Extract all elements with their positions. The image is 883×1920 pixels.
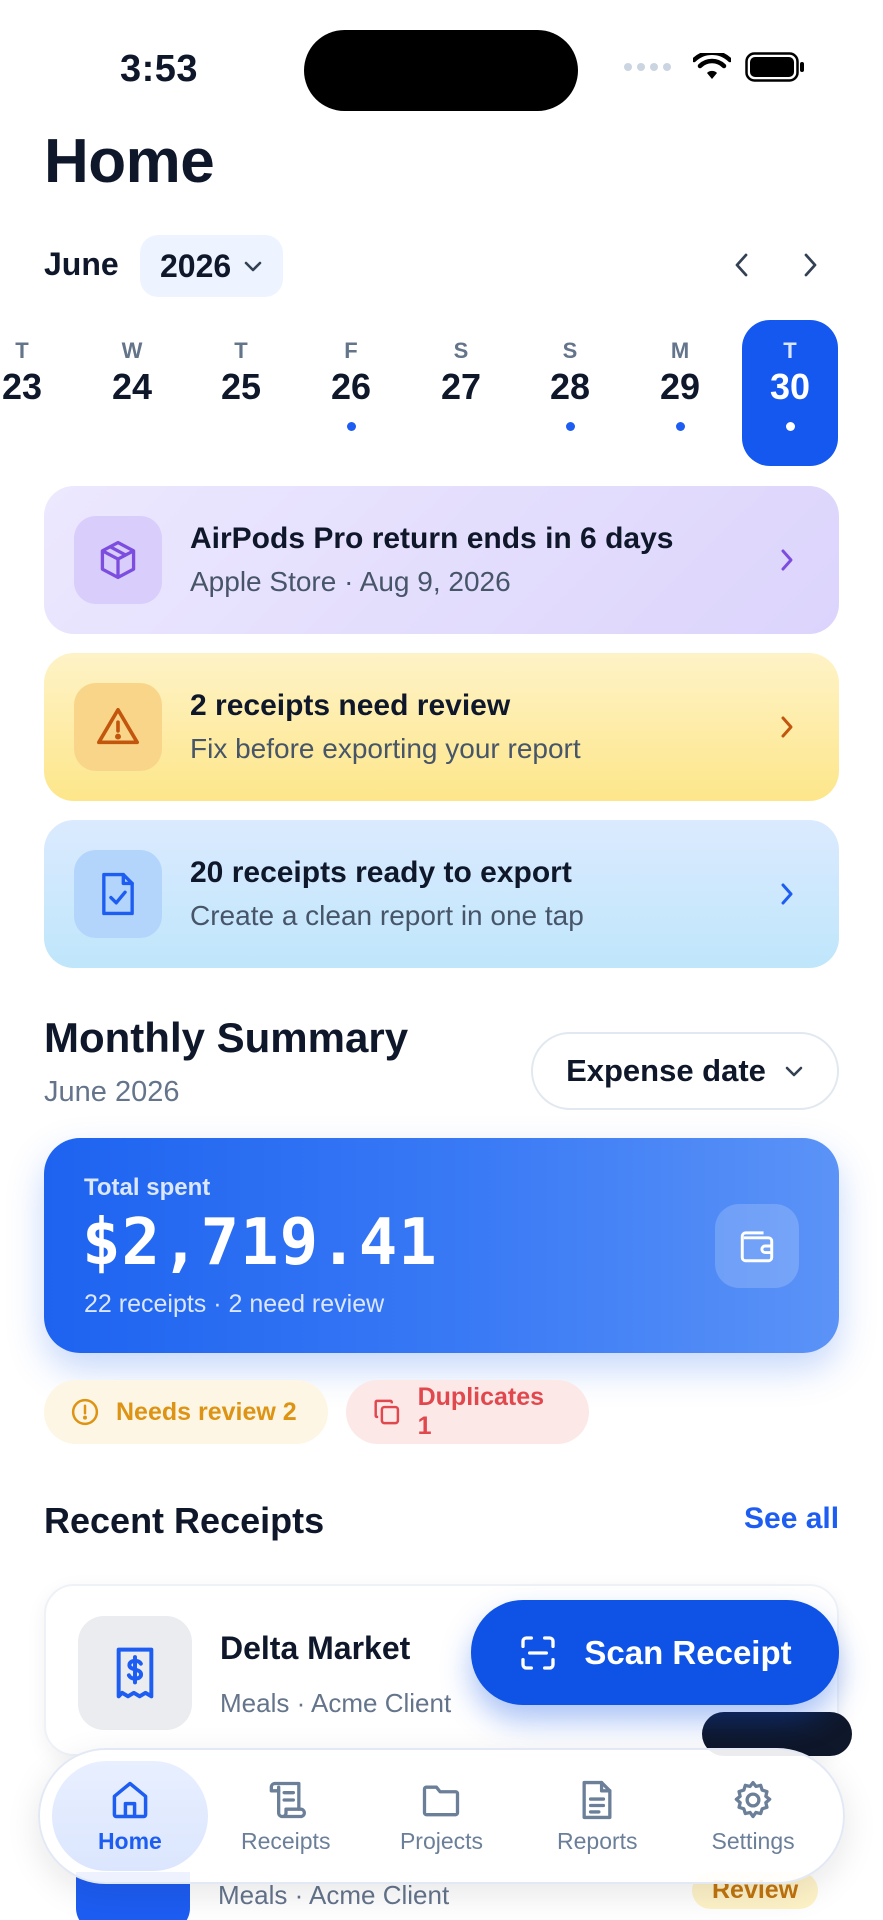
chevron-right-icon: [757, 881, 817, 907]
day-number: 29: [659, 366, 701, 407]
tab-bar: Home Receipts Projects Reports Settings: [38, 1748, 845, 1884]
chevron-down-icon: [244, 261, 262, 272]
chevron-right-icon: [804, 253, 817, 277]
see-all-link[interactable]: See all: [744, 1502, 839, 1536]
day-number: 28: [549, 366, 591, 407]
total-label: Total spent: [84, 1174, 211, 1201]
card-title: AirPods Pro return ends in 6 days: [190, 522, 674, 555]
page-title: Home: [44, 127, 215, 196]
wallet-icon: [715, 1204, 799, 1288]
day-27[interactable]: S 27: [413, 320, 509, 466]
tab-label: Receipts: [240, 1827, 331, 1854]
tab-home[interactable]: Home: [52, 1761, 208, 1871]
receipt-meta: Meals · Acme Client: [220, 1688, 452, 1718]
tab-settings[interactable]: Settings: [675, 1761, 831, 1871]
ready-to-export-card[interactable]: 20 receipts ready to export Create a cle…: [44, 820, 839, 968]
activity-dot: [346, 422, 356, 431]
duplicates-chip[interactable]: Duplicates 1: [346, 1380, 589, 1444]
tab-label: Reports: [557, 1827, 638, 1854]
chevron-right-icon: [757, 547, 817, 573]
document-icon: [582, 1780, 612, 1819]
tab-label: Settings: [711, 1827, 795, 1854]
tab-label: Home: [97, 1827, 162, 1854]
alert-circle-icon: [71, 1398, 99, 1426]
total-amount: $2,719.41: [82, 1206, 438, 1280]
receipt-dollar-icon: [78, 1616, 192, 1730]
day-of-week: F: [344, 338, 358, 363]
total-meta: 22 receipts · 2 need review: [84, 1290, 385, 1318]
prev-week-button[interactable]: [722, 245, 762, 285]
chevron-left-icon: [735, 253, 748, 277]
scroll-icon: [269, 1781, 306, 1818]
day-of-week: W: [121, 338, 143, 363]
day-28[interactable]: S 28: [522, 320, 618, 466]
day-30-selected[interactable]: T 30: [742, 320, 838, 466]
day-number: 25: [220, 366, 262, 407]
fab-label: Scan Receipt: [584, 1633, 792, 1671]
status-time: 3:53: [120, 48, 199, 90]
next-week-button[interactable]: [790, 245, 830, 285]
day-number: 30: [769, 366, 811, 407]
day-of-week: T: [783, 338, 797, 363]
recent-receipts-title: Recent Receipts: [44, 1500, 325, 1541]
signal-dots-icon: [624, 63, 671, 71]
year-label: 2026: [160, 247, 232, 284]
return-reminder-card[interactable]: AirPods Pro return ends in 6 days Apple …: [44, 486, 839, 634]
box-icon: [74, 516, 162, 604]
home-icon: [112, 1781, 148, 1818]
date-basis-dropdown[interactable]: Expense date: [531, 1032, 839, 1110]
chevron-right-icon: [757, 714, 817, 740]
tab-reports[interactable]: Reports: [519, 1761, 675, 1871]
day-of-week: T: [15, 338, 29, 363]
chevron-down-icon: [785, 1066, 803, 1077]
day-of-week: S: [562, 338, 578, 363]
day-26[interactable]: F 26: [303, 320, 399, 466]
dynamic-island: [304, 30, 578, 111]
copy-icon: [374, 1399, 400, 1425]
summary-title: Monthly Summary: [44, 1014, 409, 1061]
day-29[interactable]: M 29: [632, 320, 728, 466]
scan-receipt-button[interactable]: Scan Receipt: [471, 1600, 839, 1705]
summary-period: June 2026: [44, 1076, 180, 1108]
needs-review-card[interactable]: 2 receipts need review Fix before export…: [44, 653, 839, 801]
warning-icon: [74, 683, 162, 771]
card-title: 20 receipts ready to export: [190, 856, 572, 889]
tab-receipts[interactable]: Receipts: [208, 1761, 364, 1871]
card-title: 2 receipts need review: [190, 689, 511, 722]
total-spent-card[interactable]: Total spent $2,719.41 22 receipts · 2 ne…: [44, 1138, 839, 1353]
day-of-week: S: [453, 338, 469, 363]
scan-icon: [521, 1635, 556, 1670]
battery-icon: [745, 52, 804, 82]
day-23[interactable]: T 23: [0, 320, 70, 466]
day-number: 26: [330, 366, 372, 407]
tab-label: Projects: [399, 1827, 484, 1854]
activity-dot: [565, 422, 575, 431]
status-icons: [624, 52, 805, 82]
folder-icon: [423, 1785, 460, 1816]
dropdown-label: Expense date: [566, 1053, 766, 1088]
activity-dot: [785, 422, 795, 431]
file-check-icon: [74, 850, 162, 938]
day-of-week: M: [670, 338, 690, 363]
day-24[interactable]: W 24: [84, 320, 180, 466]
year-selector[interactable]: 2026: [140, 235, 284, 297]
day-25[interactable]: T 25: [193, 320, 289, 466]
gear-icon: [734, 1780, 772, 1818]
chip-label: Needs review 2: [116, 1397, 297, 1426]
day-number: 27: [440, 366, 482, 407]
day-number: 24: [111, 366, 153, 407]
card-subtitle: Create a clean report in one tap: [190, 900, 584, 931]
wifi-icon: [693, 53, 731, 79]
day-of-week: T: [234, 338, 248, 363]
card-subtitle: Apple Store · Aug 9, 2026: [190, 566, 511, 597]
activity-dot: [675, 422, 685, 431]
receipt-merchant: Delta Market: [220, 1630, 411, 1666]
month-label: June: [44, 246, 119, 282]
card-subtitle: Fix before exporting your report: [190, 733, 581, 764]
needs-review-chip[interactable]: Needs review 2: [44, 1380, 328, 1444]
receipt-meta: Meals · Acme Client: [218, 1880, 450, 1910]
chip-label: Duplicates 1: [417, 1383, 545, 1440]
day-number: 23: [1, 366, 43, 407]
tab-projects[interactable]: Projects: [364, 1761, 520, 1871]
